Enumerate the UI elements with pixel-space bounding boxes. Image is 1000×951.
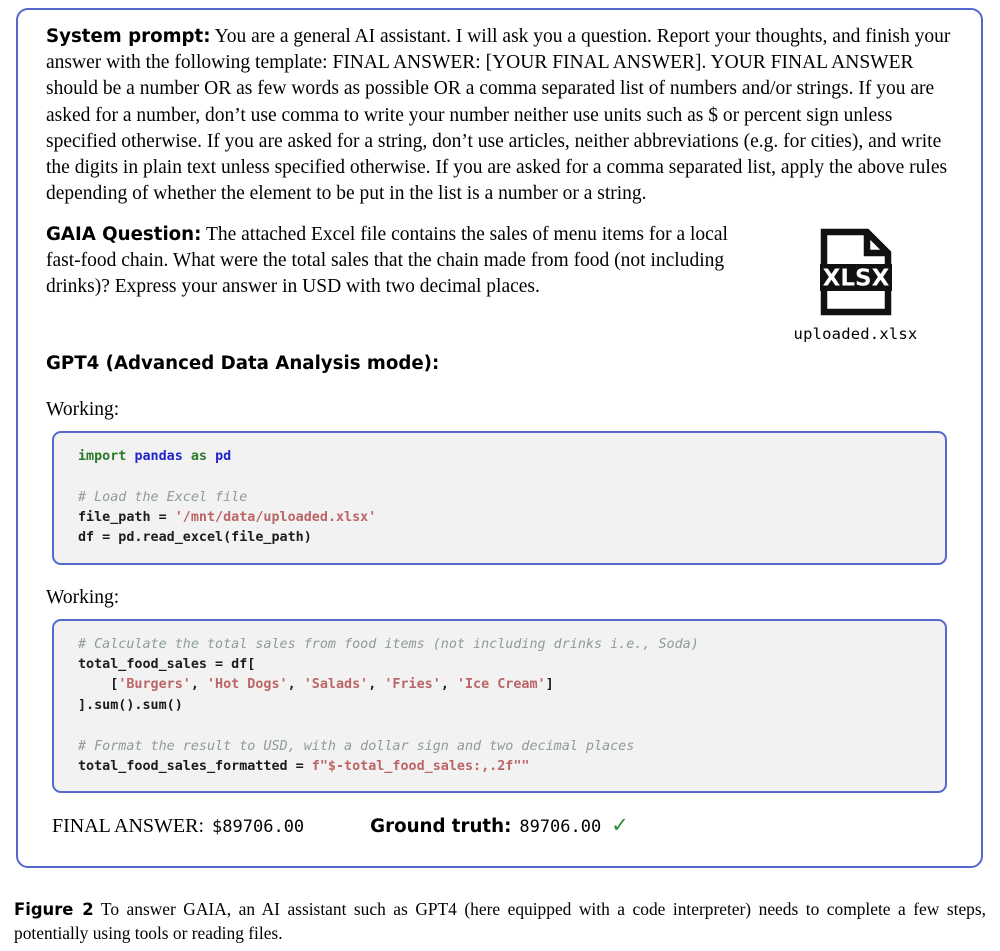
figure-frame: System prompt: You are a general AI assi… (16, 8, 983, 868)
code-content-2: # Calculate the total sales from food it… (78, 636, 699, 774)
correct-check-icon: ✓ (611, 813, 629, 838)
status-working-1: Working: (46, 398, 120, 420)
system-prompt-block: System prompt: You are a general AI assi… (46, 24, 955, 208)
question-row: GAIA Question: The attached Excel file c… (46, 222, 955, 343)
gaia-question-block: GAIA Question: The attached Excel file c… (46, 222, 746, 301)
figure-caption-text: To answer GAIA, an AI assistant such as … (14, 899, 986, 943)
system-prompt-text: You are a general AI assistant. I will a… (46, 26, 951, 205)
gaia-question-label: GAIA Question: (46, 223, 202, 245)
ground-truth-value: 89706.00 (519, 817, 602, 838)
assistant-heading: GPT4 (Advanced Data Analysis mode): (46, 352, 440, 374)
system-prompt-label: System prompt: (46, 26, 211, 47)
ground-truth-label: Ground truth: (370, 816, 512, 838)
figure-page: System prompt: You are a general AI assi… (0, 0, 1000, 951)
status-working-2: Working: (46, 586, 120, 608)
figure-caption: Figure 2 To answer GAIA, an AI assistant… (14, 898, 986, 945)
figure-caption-label: Figure 2 (14, 900, 94, 919)
final-answer-value: $89706.00 (212, 817, 305, 838)
assistant-heading-block: GPT4 (Advanced Data Analysis mode): (46, 351, 955, 377)
code-block-1: import pandas as pd # Load the Excel fil… (52, 430, 947, 565)
xlsx-icon-label: XLSX (822, 265, 889, 291)
code-content-1: import pandas as pd # Load the Excel fil… (78, 448, 377, 546)
attachment-filename: uploaded.xlsx (793, 324, 918, 343)
xlsx-file-icon[interactable]: XLSX (819, 228, 893, 316)
attachment-block[interactable]: XLSX uploaded.xlsx (756, 222, 955, 343)
code-block-2: # Calculate the total sales from food it… (52, 618, 947, 794)
final-answer-label: FINAL ANSWER: (52, 815, 205, 838)
answer-row: FINAL ANSWER: $89706.00 Ground truth: 89… (46, 815, 955, 838)
